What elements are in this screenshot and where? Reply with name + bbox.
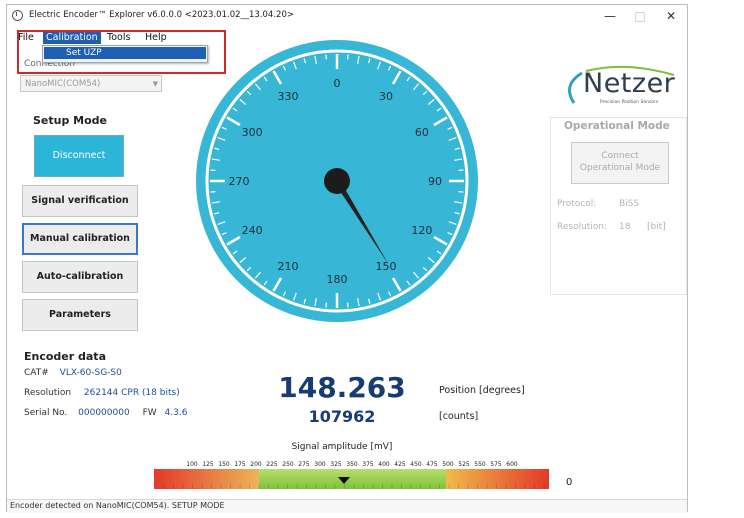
netzer-logo: Netzer Precision Position Sensors <box>556 65 686 107</box>
disconnect-button[interactable]: Disconnect <box>34 135 124 177</box>
amplitude-good-zone <box>259 469 446 489</box>
cat-value: VLX-60-SG-S0 <box>59 368 122 378</box>
cat-label: CAT# <box>24 368 49 378</box>
amplitude-scale-label: 375 <box>362 461 374 468</box>
position-counts-label: [counts] <box>439 411 479 422</box>
amplitude-scale-label: 125 <box>202 461 214 468</box>
op-resolution-label: Resolution: <box>557 222 608 232</box>
amplitude-scale-label: 250 <box>282 461 294 468</box>
setup-mode-panel: Setup Mode Disconnect Signal verificatio… <box>20 108 146 336</box>
op-resolution-unit: [bit] <box>647 222 666 232</box>
connection-selected-value: NanoMIC(COM54) <box>25 79 101 89</box>
logo-tagline: Precision Position Sensors <box>600 100 659 105</box>
manual-calibration-button[interactable]: Manual calibration <box>22 223 138 255</box>
gauge-tick-label: 330 <box>278 90 299 103</box>
amplitude-scale-label: 200 <box>250 461 262 468</box>
amplitude-scale-label: 425 <box>394 461 406 468</box>
amplitude-scale-label: 175 <box>234 461 246 468</box>
gauge-tick-label: 150 <box>376 260 397 273</box>
encoder-serial-row: Serial No. 000000000 FW 4.3.6 <box>24 408 187 418</box>
operational-mode-title: Operational Mode <box>564 120 670 132</box>
chevron-down-icon: ▼ <box>152 80 158 88</box>
position-gauge: 0 30 60 90 120 150 180 210 240 270 300 330 <box>196 40 478 322</box>
amplitude-scale-label: 350 <box>346 461 358 468</box>
status-bar: Encoder detected on NanoMIC(COM54). SETU… <box>7 499 687 513</box>
amplitude-scale: 100 125 150 175 200 225 250 275 300 325 350 375 400 4… <box>186 461 518 468</box>
amplitude-scale-label: 300 <box>314 461 326 468</box>
app-window: Electric Encoder™ Explorer v6.0.0.0 <202… <box>6 4 688 513</box>
amplitude-scale-label: 525 <box>458 461 470 468</box>
gauge-tick-label: 180 <box>327 273 348 286</box>
gauge-tick-label: 270 <box>229 175 250 188</box>
connection-select[interactable]: NanoMIC(COM54) ▼ <box>20 75 162 92</box>
logo-name: Netzer <box>583 68 676 99</box>
amplitude-scale-label: 100 <box>186 461 198 468</box>
gauge-tick-label: 120 <box>411 224 432 237</box>
gauge-tick-label: 30 <box>379 90 393 103</box>
title-bar: Electric Encoder™ Explorer v6.0.0.0 <202… <box>7 5 687 27</box>
gauge-tick-label: 300 <box>242 126 263 139</box>
app-icon <box>12 10 23 21</box>
encoder-data-title: Encoder data <box>24 350 106 363</box>
minimize-button[interactable]: — <box>599 8 621 24</box>
amplitude-high-zone <box>446 469 549 489</box>
amplitude-scale-label: 550 <box>474 461 486 468</box>
status-text: Encoder detected on NanoMIC(COM54). SETU… <box>10 501 225 510</box>
amplitude-scale-label: 275 <box>298 461 310 468</box>
auto-calibration-button[interactable]: Auto-calibration <box>22 261 138 293</box>
op-resolution-value: 18 <box>619 222 631 232</box>
gauge-hub <box>324 168 350 194</box>
fw-label: FW <box>142 408 157 418</box>
amplitude-bar <box>154 469 549 489</box>
amplitude-scale-label: 575 <box>490 461 502 468</box>
amplitude-scale-label: 600 <box>506 461 518 468</box>
connect-button-line2: Operational Mode <box>579 163 661 173</box>
gauge-tick-label: 240 <box>242 224 263 237</box>
amplitude-low-zone <box>154 469 259 489</box>
amplitude-value: 0 <box>566 477 573 488</box>
position-degrees-label: Position [degrees] <box>439 385 525 396</box>
connect-operational-mode-button[interactable]: Connect Operational Mode <box>571 142 669 184</box>
gauge-tick-label: 0 <box>334 77 341 90</box>
gauge-tick-label: 210 <box>278 260 299 273</box>
position-degrees-value: 148.263 <box>278 371 406 404</box>
encoder-data-panel: Encoder data CAT# VLX-60-SG-S0 Resolutio… <box>20 346 220 424</box>
amplitude-scale-label: 450 <box>410 461 422 468</box>
connect-button-line1: Connect <box>601 151 639 161</box>
encoder-cat-row: CAT# VLX-60-SG-S0 <box>24 368 122 378</box>
serial-value: 000000000 <box>78 408 130 418</box>
resolution-value: 262144 CPR (18 bits) <box>83 388 180 398</box>
protocol-value: BiSS <box>619 199 640 209</box>
window-title: Electric Encoder™ Explorer v6.0.0.0 <202… <box>29 10 294 20</box>
operational-mode-panel: Operational Mode Connect Operational Mod… <box>550 117 687 295</box>
position-counts-value: 107962 <box>308 407 376 426</box>
parameters-button[interactable]: Parameters <box>22 299 138 331</box>
resolution-label: Resolution <box>24 388 72 398</box>
setup-mode-title: Setup Mode <box>33 114 108 127</box>
signal-verification-button[interactable]: Signal verification <box>22 185 138 217</box>
encoder-resolution-row: Resolution 262144 CPR (18 bits) <box>24 388 180 398</box>
protocol-label: Protocol: <box>557 199 597 209</box>
serial-label: Serial No. <box>24 408 68 418</box>
fw-value: 4.3.6 <box>164 408 188 418</box>
gauge-tick-label: 60 <box>415 126 429 139</box>
signal-amplitude-title: Signal amplitude [mV] <box>291 442 393 452</box>
maximize-button[interactable]: □ <box>629 8 651 24</box>
close-button[interactable]: ✕ <box>660 8 682 24</box>
gauge-tick-label: 90 <box>428 175 442 188</box>
amplitude-scale-label: 150 <box>218 461 230 468</box>
amplitude-scale-label: 225 <box>266 461 278 468</box>
amplitude-scale-label: 500 <box>442 461 454 468</box>
amplitude-scale-label: 325 <box>330 461 342 468</box>
amplitude-scale-label: 475 <box>426 461 438 468</box>
amplitude-scale-label: 400 <box>378 461 390 468</box>
